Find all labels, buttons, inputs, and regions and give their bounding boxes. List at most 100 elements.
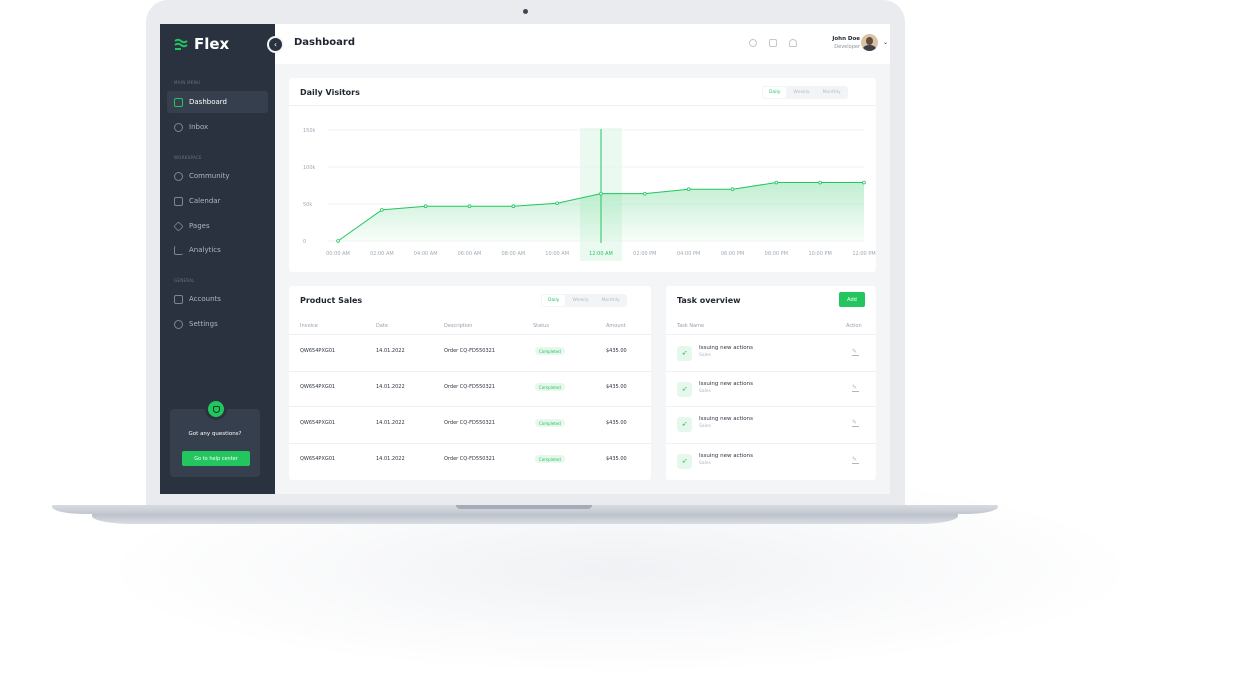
user-role: Developer xyxy=(834,44,860,50)
edit-icon[interactable]: ✎ xyxy=(852,385,859,392)
sidebar-item-pages[interactable]: Pages xyxy=(167,215,268,237)
avatar[interactable] xyxy=(861,34,878,51)
cell-invoice: QW654PXG01 xyxy=(300,420,336,426)
x-tick-label: 06:00 AM xyxy=(458,251,482,257)
task-team: Sales xyxy=(699,389,711,394)
y-tick-label: 100k xyxy=(303,165,316,171)
app-name: Flex xyxy=(194,35,230,53)
cell-description: Order CQ-FD550321 xyxy=(444,420,495,426)
sidebar-item-label: Accounts xyxy=(189,295,221,303)
x-tick-label: 04:00 AM xyxy=(414,251,438,257)
x-tick-label: 04:00 PM xyxy=(677,251,700,257)
section-label-workspace: Workspace xyxy=(174,155,202,160)
column-header-date: Date xyxy=(376,323,388,329)
sidebar-item-calendar[interactable]: Calendar xyxy=(167,190,268,212)
chevron-left-icon: ‹ xyxy=(273,39,278,49)
edit-icon[interactable]: ✎ xyxy=(852,420,859,427)
task-name: Issuing new actions xyxy=(699,453,754,459)
header: Dashboard John Doe Developer ⌄ xyxy=(275,24,890,64)
edit-icon[interactable]: ✎ xyxy=(852,457,859,464)
data-point xyxy=(467,204,472,209)
sidebar-item-label: Calendar xyxy=(189,197,221,205)
help-card: Got any questions? Go to help center xyxy=(170,398,260,477)
y-tick-label: 150k xyxy=(303,128,316,134)
tab-weekly[interactable]: Weekly xyxy=(787,87,815,98)
visitors-chart: 0 50k 100k 150k 00:00 AM 02:00 AM 04:00 AM 06:0… xyxy=(303,128,876,261)
edit-icon[interactable]: ✎ xyxy=(852,349,859,356)
data-point xyxy=(336,239,340,243)
sidebar-item-label: Settings xyxy=(189,320,218,328)
chat-icon[interactable] xyxy=(769,39,777,47)
status-badge: Completed xyxy=(535,455,565,463)
tab-monthly[interactable]: Monthly xyxy=(817,87,847,98)
rocket-icon: ➶ xyxy=(677,346,692,361)
cell-amount: $435.00 xyxy=(606,456,627,462)
cell-date: 14.01.2022 xyxy=(376,348,405,354)
sidebar-item-label: Inbox xyxy=(189,123,209,131)
sales-period-toggle: Daily Weekly Monthly xyxy=(541,294,627,307)
app-screen: Flex MAIN MENU Dashboard Inbox Workspace… xyxy=(160,24,890,494)
bell-icon[interactable] xyxy=(789,39,797,47)
user-icon xyxy=(174,294,183,304)
section-label-main: MAIN MENU xyxy=(174,80,201,85)
sidebar: Flex MAIN MENU Dashboard Inbox Workspace… xyxy=(160,24,275,494)
cell-amount: $435.00 xyxy=(606,348,627,354)
task-name: Issuing new actions xyxy=(699,345,754,351)
data-point xyxy=(599,191,603,196)
cell-invoice: QW654PXG01 xyxy=(300,456,336,462)
sidebar-item-dashboard[interactable]: Dashboard xyxy=(167,91,268,113)
x-tick-label: 08:00 AM xyxy=(501,251,525,257)
sidebar-item-analytics[interactable]: Analytics xyxy=(167,239,268,261)
tab-monthly[interactable]: Monthly xyxy=(596,295,626,306)
help-center-button[interactable]: Go to help center xyxy=(182,451,250,466)
laptop-base-under xyxy=(92,514,958,524)
camera-dot xyxy=(523,9,528,14)
data-point xyxy=(686,187,691,191)
cell-amount: $435.00 xyxy=(606,384,627,390)
task-team: Sales xyxy=(699,353,711,358)
card-title: Task overview xyxy=(677,296,741,305)
tab-daily[interactable]: Daily xyxy=(763,87,787,98)
logo-icon xyxy=(174,38,188,50)
task-name: Issuing new actions xyxy=(699,416,754,422)
layers-icon xyxy=(173,220,184,232)
status-badge: Completed xyxy=(535,419,565,427)
data-point xyxy=(862,180,866,185)
brand[interactable]: Flex xyxy=(174,35,229,53)
card-title: Product Sales xyxy=(300,296,363,305)
tab-weekly[interactable]: Weekly xyxy=(566,295,594,306)
search-icon[interactable] xyxy=(749,39,757,47)
sidebar-item-settings[interactable]: Settings xyxy=(167,313,268,335)
daily-visitors-card: Daily Visitors Daily Weekly Monthly 0 50k… xyxy=(289,78,876,272)
y-tick-label: 0 xyxy=(303,239,306,245)
inbox-icon xyxy=(174,122,183,132)
tab-daily[interactable]: Daily xyxy=(542,295,566,306)
data-point xyxy=(423,204,428,209)
help-text: Got any questions? xyxy=(188,431,242,437)
page-title: Dashboard xyxy=(294,37,355,48)
x-tick-label: 06:00 PM xyxy=(721,251,744,257)
user-name: John Doe xyxy=(832,36,860,42)
add-task-button[interactable]: Add xyxy=(839,292,865,307)
chevron-down-icon[interactable]: ⌄ xyxy=(883,39,888,46)
product-sales-card: Product Sales Daily Weekly Monthly Invoi… xyxy=(289,286,651,480)
cell-invoice: QW654PXG01 xyxy=(300,384,336,390)
sidebar-item-accounts[interactable]: Accounts xyxy=(167,288,268,310)
data-point xyxy=(818,180,822,185)
sidebar-item-community[interactable]: Community xyxy=(167,165,268,187)
task-team: Sales xyxy=(699,424,711,429)
cell-description: Order CQ-FD550321 xyxy=(444,456,495,462)
bars-icon xyxy=(174,245,183,255)
sidebar-item-inbox[interactable]: Inbox xyxy=(167,116,268,138)
collapse-sidebar-button[interactable]: ‹ xyxy=(267,36,284,53)
y-tick-label: 50k xyxy=(303,202,312,208)
x-tick-label: 00:00 AM xyxy=(326,251,350,257)
sidebar-item-label: Pages xyxy=(189,222,210,230)
chart-icon xyxy=(174,97,183,107)
data-point xyxy=(380,208,384,212)
data-point xyxy=(643,191,647,196)
column-header-action: Action xyxy=(846,323,862,329)
rocket-icon: ➶ xyxy=(677,454,692,469)
task-name: Issuing new actions xyxy=(699,381,754,387)
stage: Flex MAIN MENU Dashboard Inbox Workspace… xyxy=(0,0,1245,699)
